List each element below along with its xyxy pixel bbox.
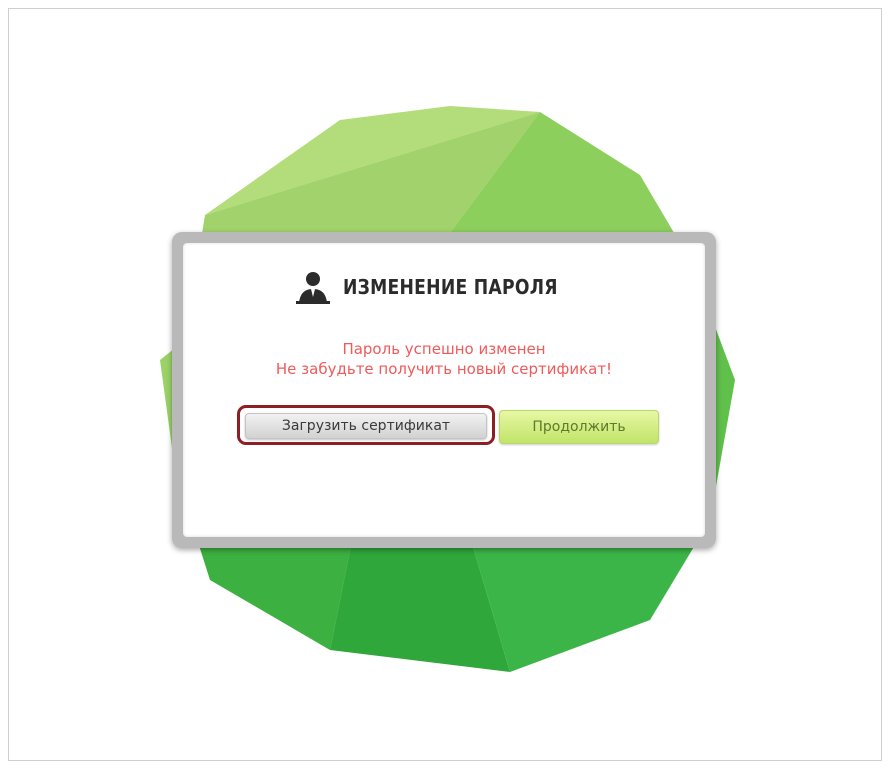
change-password-dialog: ИЗМЕНЕНИЕ ПАРОЛЯ Пароль успешно изменен … bbox=[183, 243, 705, 537]
message-line-2: Не забудьте получить новый сертификат! bbox=[275, 360, 613, 378]
continue-button[interactable]: Продолжить bbox=[499, 410, 659, 444]
message-line-1: Пароль успешно изменен bbox=[342, 340, 546, 358]
user-icon bbox=[296, 272, 331, 304]
success-message: Пароль успешно изменен Не забудьте получ… bbox=[183, 339, 705, 379]
dialog-title-row: ИЗМЕНЕНИЕ ПАРОЛЯ bbox=[183, 267, 705, 307]
load-certificate-button[interactable]: Загрузить сертификат bbox=[245, 413, 487, 439]
dialog-title: ИЗМЕНЕНИЕ ПАРОЛЯ bbox=[343, 275, 558, 299]
